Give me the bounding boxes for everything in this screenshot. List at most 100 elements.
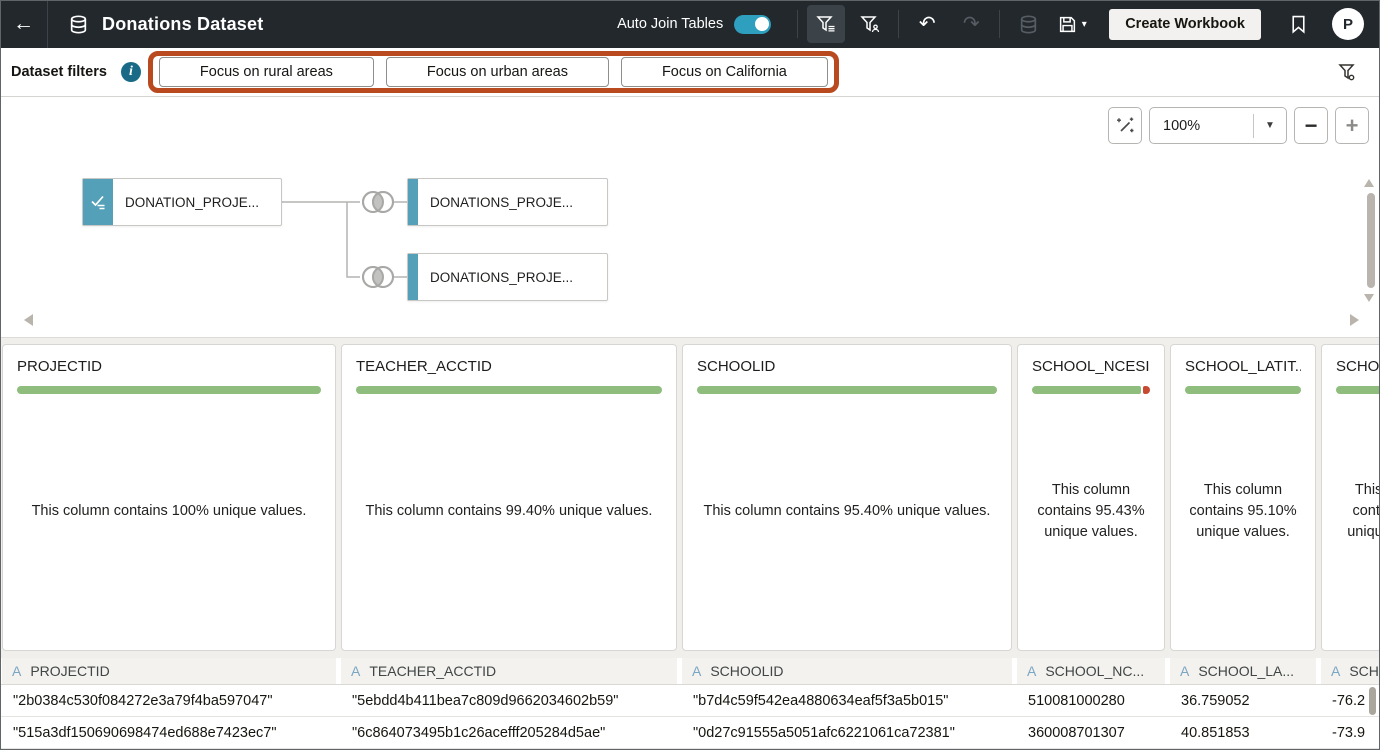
dataset-icon	[68, 14, 89, 35]
column-quality-card[interactable]: SCHOOLIDThis column contains 95.40% uniq…	[682, 344, 1012, 651]
grid-scrollbar-thumb[interactable]	[1369, 687, 1376, 715]
table-node-donations-proje-1[interactable]: DONATIONS_PROJE...	[407, 178, 608, 226]
column-title: SCHO	[1336, 358, 1380, 375]
column-title: SCHOOL_NCESID	[1032, 358, 1150, 375]
save-button[interactable]: ▾	[1053, 5, 1091, 43]
info-icon[interactable]: i	[121, 62, 141, 82]
create-workbook-button[interactable]: Create Workbook	[1109, 9, 1261, 40]
zoom-out-button[interactable]: −	[1294, 107, 1328, 144]
quality-text: This column contains 100% unique values.	[17, 394, 321, 637]
column-quality-card[interactable]: SCHO This column contains ...% unique val…	[1321, 344, 1380, 651]
grid-cell[interactable]: 510081000280	[1017, 685, 1165, 716]
bookmark-button[interactable]	[1279, 5, 1317, 43]
grid-cell[interactable]: -73.9	[1321, 717, 1380, 748]
column-quality-card[interactable]: SCHOOL_NCESID This column contains 95.43%…	[1017, 344, 1165, 651]
quality-bar-red-segment	[1143, 386, 1150, 394]
column-quality-cards: PROJECTIDThis column contains 100% uniqu…	[0, 338, 1380, 658]
column-title: TEACHER_ACCTID	[356, 358, 662, 375]
grid-cell[interactable]: 360008701307	[1017, 717, 1165, 748]
add-filter-button[interactable]	[1336, 61, 1358, 83]
table-node-donation-proje[interactable]: DONATION_PROJE...	[82, 178, 282, 226]
text-type-icon: A	[351, 663, 360, 679]
scroll-right-arrow[interactable]	[1350, 314, 1359, 326]
text-type-icon: A	[692, 663, 701, 679]
column-quality-card[interactable]: TEACHER_ACCTIDThis column contains 99.40…	[341, 344, 677, 651]
quality-bar	[356, 386, 662, 394]
quality-bar-green-segment	[17, 386, 321, 394]
vertical-scrollbar-thumb[interactable]	[1367, 193, 1375, 288]
table-node-label: DONATION_PROJE...	[113, 195, 259, 210]
column-title: SCHOOLID	[697, 358, 997, 375]
text-type-icon: A	[1027, 663, 1036, 679]
grid-column-header[interactable]: A PROJECTID	[2, 658, 336, 684]
filter-button-rural[interactable]: Focus on rural areas	[159, 57, 374, 87]
column-quality-card[interactable]: SCHOOL_LATIT...This column contains 95.1…	[1170, 344, 1316, 651]
grid-column-name: SCHOOL_LA...	[1198, 663, 1294, 679]
divider	[47, 0, 48, 48]
quality-text: This column contains ...% unique values.	[1336, 394, 1380, 637]
join-icon-2[interactable]	[360, 263, 396, 291]
node-accent-bar	[408, 179, 418, 225]
grid-column-header[interactable]: A TEACHER_ACCTID	[341, 658, 677, 684]
quality-text: This column contains 95.43% unique value…	[1032, 394, 1150, 637]
grid-cell[interactable]: 40.851853	[1170, 717, 1316, 748]
scroll-down-arrow[interactable]	[1364, 294, 1374, 302]
redo-button[interactable]: ↷	[952, 5, 990, 43]
scroll-left-arrow[interactable]	[24, 314, 33, 326]
grid-cell[interactable]: "b7d4c59f542ea4880634eaf5f3a5b015"	[682, 685, 1012, 716]
grid-column-header[interactable]: A SCHOOL_NC...	[1017, 658, 1165, 684]
grid-cell[interactable]: "515a3df150690698474ed688e7423ec7"	[2, 717, 336, 748]
zoom-in-button[interactable]: +	[1335, 107, 1369, 144]
quality-bar	[1185, 386, 1301, 394]
back-arrow-icon: ←	[13, 12, 34, 36]
auto-arrange-button[interactable]	[1108, 107, 1142, 144]
table-node-label: DONATIONS_PROJE...	[418, 195, 573, 210]
table-node-label: DONATIONS_PROJE...	[418, 270, 573, 285]
save-menu-caret-icon[interactable]: ▾	[1082, 19, 1087, 30]
grid-column-header[interactable]: ASCHO	[1321, 658, 1380, 684]
table-node-donations-proje-2[interactable]: DONATIONS_PROJE...	[407, 253, 608, 301]
undo-icon: ↶	[919, 14, 936, 34]
save-icon	[1058, 15, 1077, 34]
quality-bar-green-segment	[1336, 386, 1380, 394]
scroll-up-arrow[interactable]	[1364, 179, 1374, 187]
grid-cell[interactable]: "0d27c91555a5051afc6221061ca72381"	[682, 717, 1012, 748]
data-actions-button[interactable]	[1009, 5, 1047, 43]
back-button[interactable]: ←	[0, 0, 47, 48]
filter-applied-icon	[89, 193, 107, 211]
quality-bar-green-segment	[356, 386, 662, 394]
undo-button[interactable]: ↶	[908, 5, 946, 43]
grid-column-name: SCHOOL_NC...	[1045, 663, 1144, 679]
user-avatar[interactable]: P	[1332, 8, 1364, 40]
dataset-filters-label: Dataset filters	[11, 64, 107, 80]
grid-cell[interactable]: "6c864073495b1c26acefff205284d5ae"	[341, 717, 677, 748]
dataset-filters-button[interactable]	[807, 5, 845, 43]
chevron-down-icon: ▼	[1254, 120, 1286, 131]
join-diagram-canvas[interactable]: DONATION_PROJE... DONATIONS_PROJE... DON…	[0, 97, 1380, 338]
zoom-controls: 100% ▼ − +	[1108, 107, 1369, 144]
redo-icon: ↷	[963, 14, 980, 34]
table-row: "515a3df150690698474ed688e7423ec7""6c864…	[0, 717, 1380, 749]
zoom-level-dropdown[interactable]: 100% ▼	[1149, 107, 1287, 144]
grid-column-name: TEACHER_ACCTID	[369, 663, 496, 679]
column-quality-card[interactable]: PROJECTIDThis column contains 100% uniqu…	[2, 344, 336, 651]
workbook-filters-button[interactable]	[851, 5, 889, 43]
grid-cell[interactable]: "5ebdd4b411bea7c809d9662034602b59"	[341, 685, 677, 716]
quality-bar	[1336, 386, 1380, 394]
auto-join-toggle[interactable]	[734, 15, 771, 34]
grid-column-header[interactable]: A SCHOOLID	[682, 658, 1012, 684]
grid-column-name: SCHOOLID	[710, 663, 783, 679]
text-type-icon: A	[12, 663, 21, 679]
grid-cell[interactable]: "2b0384c530f084272e3a79f4ba597047"	[2, 685, 336, 716]
filter-button-urban[interactable]: Focus on urban areas	[386, 57, 609, 87]
grid-column-name: PROJECTID	[30, 663, 109, 679]
join-icon-1[interactable]	[360, 188, 396, 216]
grid-column-header[interactable]: ASCHOOL_LA...	[1170, 658, 1316, 684]
quality-bar	[697, 386, 997, 394]
filter-button-california[interactable]: Focus on California	[621, 57, 828, 87]
quality-bar-green-segment	[1032, 386, 1141, 394]
quality-bar	[17, 386, 321, 394]
grid-column-name: SCHO	[1349, 663, 1380, 679]
grid-cell[interactable]: 36.759052	[1170, 685, 1316, 716]
quality-bar-green-segment	[1185, 386, 1301, 394]
